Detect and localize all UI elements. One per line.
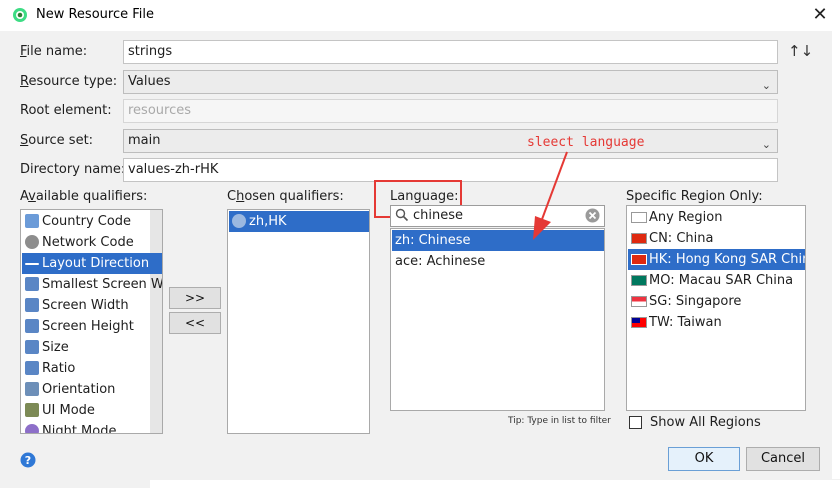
- list-item-selected[interactable]: HK: Hong Kong SAR China: [628, 249, 805, 270]
- macau-flag-icon: [631, 275, 647, 286]
- list-item[interactable]: Network Code: [22, 232, 134, 253]
- clear-search-icon[interactable]: [585, 208, 601, 224]
- svg-text:?: ?: [25, 454, 31, 467]
- list-item[interactable]: Orientation: [22, 379, 115, 400]
- file-name-label: File name:: [20, 44, 88, 59]
- ratio-icon: [25, 361, 39, 375]
- available-qualifiers-list[interactable]: Country Code Network Code Layout Directi…: [20, 209, 163, 434]
- ok-button[interactable]: OK: [668, 447, 740, 471]
- chosen-qualifiers-list[interactable]: zh,HK: [227, 209, 370, 434]
- window-title: New Resource File: [36, 7, 154, 22]
- annotation-arrow-icon: [533, 151, 568, 240]
- list-item[interactable]: Size: [22, 337, 69, 358]
- list-item-selected[interactable]: Layout Direction: [22, 253, 162, 274]
- show-all-regions-checkbox[interactable]: [629, 416, 642, 429]
- list-item[interactable]: MO: Macau SAR China: [628, 270, 793, 291]
- screen-width-icon: [25, 298, 39, 312]
- specific-region-label: Specific Region Only:: [626, 189, 763, 204]
- region-list[interactable]: Any Region CN: China HK: Hong Kong SAR C…: [626, 205, 806, 411]
- china-flag-icon: [631, 233, 647, 244]
- list-item[interactable]: Ratio: [22, 358, 75, 379]
- resource-type-select[interactable]: Values ⌄: [123, 70, 778, 94]
- list-item[interactable]: Screen Width: [22, 295, 129, 316]
- globe-icon: [232, 214, 246, 228]
- screen-height-icon: [25, 319, 39, 333]
- source-set-value: main: [128, 133, 161, 148]
- root-element-label: Root element:: [20, 103, 112, 118]
- list-item[interactable]: Smallest Screen W: [22, 274, 162, 295]
- list-item[interactable]: SG: Singapore: [628, 291, 741, 312]
- chevron-down-icon: ⌄: [761, 138, 771, 151]
- sort-order-icon[interactable]: ↑↓: [788, 42, 813, 60]
- directory-name-label: Directory name:: [20, 162, 126, 177]
- android-studio-icon: [12, 7, 28, 23]
- list-item[interactable]: UI Mode: [22, 400, 95, 421]
- help-icon[interactable]: ?: [20, 452, 36, 468]
- chevron-down-icon: ⌄: [761, 79, 771, 92]
- list-item[interactable]: Any Region: [628, 207, 722, 228]
- resource-type-label: Resource type:: [20, 74, 118, 89]
- language-label: Language:: [390, 189, 459, 204]
- add-qualifier-button[interactable]: >>: [169, 287, 221, 309]
- language-list[interactable]: zh: Chinese ace: Achinese: [390, 228, 605, 411]
- list-item[interactable]: Country Code: [22, 211, 131, 232]
- network-icon: [25, 235, 39, 249]
- list-item[interactable]: TW: Taiwan: [628, 312, 722, 333]
- annotation-text: sleect language: [527, 135, 645, 150]
- list-item[interactable]: CN: China: [628, 228, 713, 249]
- filter-tip-text: Tip: Type in list to filter: [508, 416, 611, 426]
- chosen-qualifiers-label: Chosen qualifiers:: [227, 189, 344, 204]
- night-mode-icon: [25, 424, 39, 433]
- list-item[interactable]: ace: Achinese: [392, 251, 485, 272]
- orientation-icon: [25, 382, 39, 396]
- close-icon[interactable]: ✕: [808, 4, 832, 26]
- singapore-flag-icon: [631, 296, 647, 307]
- globe-icon: [25, 214, 39, 228]
- blank-flag-icon: [631, 212, 647, 223]
- file-name-input[interactable]: strings: [123, 40, 778, 64]
- cancel-button[interactable]: Cancel: [746, 447, 820, 471]
- source-set-label: Source set:: [20, 133, 94, 148]
- search-icon: [395, 208, 411, 224]
- taiwan-flag-icon: [631, 317, 647, 328]
- resource-type-value: Values: [128, 74, 171, 89]
- scrollbar[interactable]: [150, 210, 162, 433]
- remove-qualifier-button[interactable]: <<: [169, 312, 221, 334]
- list-item[interactable]: Screen Height: [22, 316, 134, 337]
- size-icon: [25, 340, 39, 354]
- list-item-selected[interactable]: zh,HK: [229, 211, 369, 232]
- hong-kong-flag-icon: [631, 254, 647, 265]
- smallest-screen-icon: [25, 277, 39, 291]
- available-qualifiers-label: Available qualifiers:: [20, 189, 148, 204]
- dialog-border: [0, 31, 8, 488]
- show-all-regions-label: Show All Regions: [650, 415, 761, 430]
- background-window: [150, 480, 840, 488]
- directory-name-input[interactable]: values-zh-rHK: [123, 158, 778, 182]
- layout-direction-icon: [25, 263, 39, 265]
- source-set-select[interactable]: main ⌄: [123, 129, 778, 153]
- ui-mode-icon: [25, 403, 39, 417]
- root-element-input: resources: [123, 99, 778, 123]
- list-item[interactable]: Night Mode: [22, 421, 116, 433]
